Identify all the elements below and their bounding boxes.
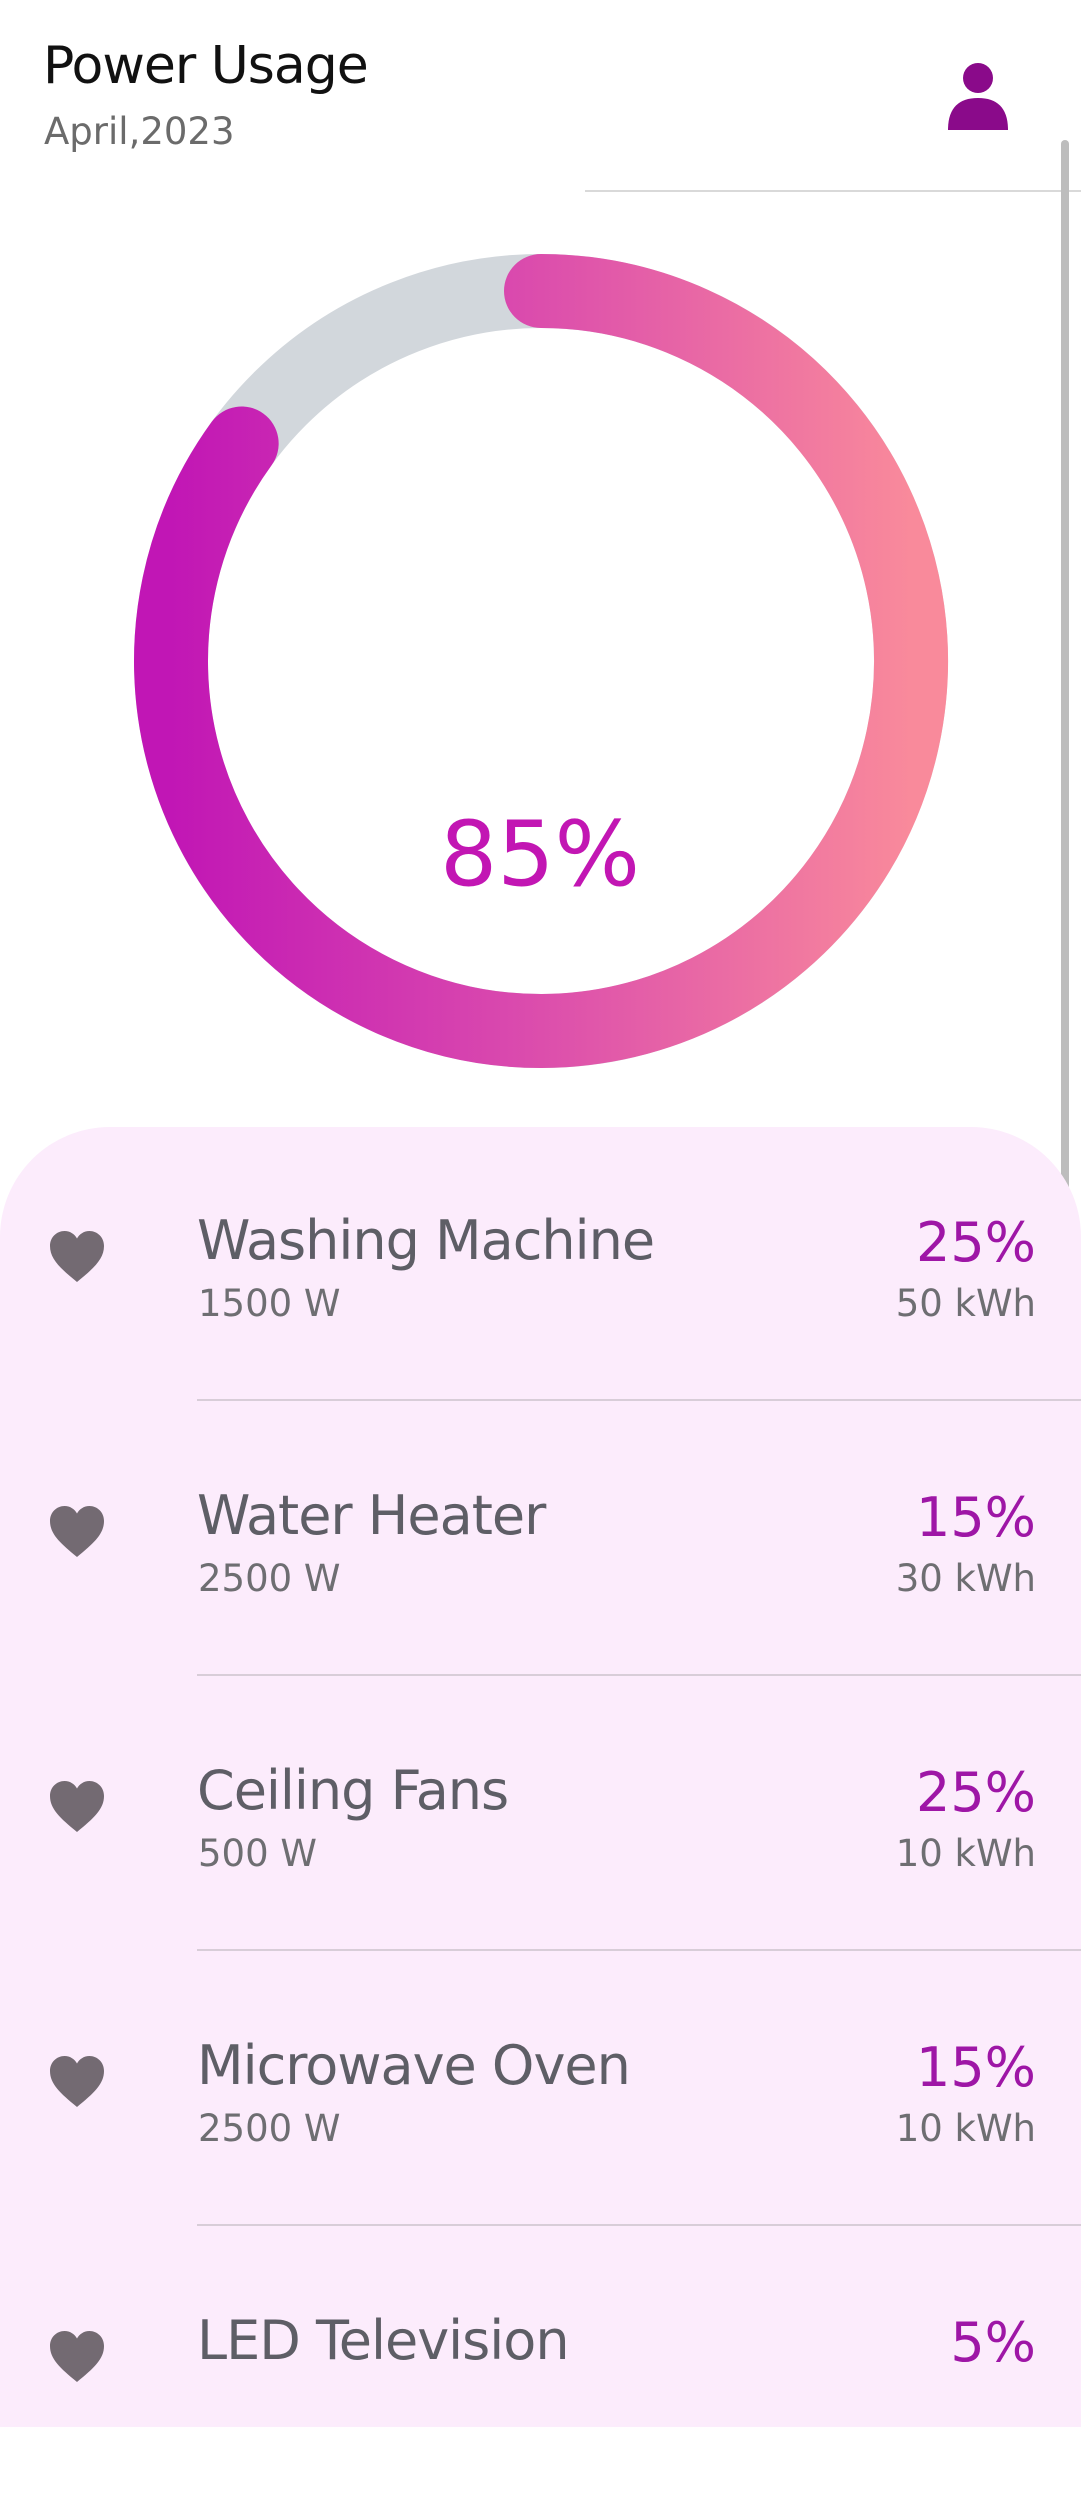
appliance-energy: 10 kWh bbox=[895, 1832, 1036, 1875]
app-header: Power Usage April,2023 bbox=[0, 0, 1081, 195]
appliance-name: Washing Machine bbox=[197, 1209, 655, 1272]
appliance-wattage: 2500 W bbox=[198, 2107, 341, 2150]
appliance-energy: 10 kWh bbox=[895, 2107, 1036, 2150]
appliance-wattage: 2500 W bbox=[198, 1557, 341, 1600]
appliance-name: Water Heater bbox=[197, 1484, 546, 1547]
appliance-name: Microwave Oven bbox=[197, 2034, 631, 2097]
gauge-value-label: 85% bbox=[439, 802, 641, 907]
page-title: Power Usage bbox=[43, 36, 369, 96]
person-icon bbox=[948, 63, 1008, 130]
list-item[interactable]: Microwave Oven 2500 W 15% 10 kWh bbox=[0, 1952, 1081, 2226]
appliance-list: Washing Machine 1500 W 25% 50 kWh Water … bbox=[0, 1127, 1081, 2427]
appliance-name: Ceiling Fans bbox=[197, 1759, 509, 1822]
page-subtitle-date: April,2023 bbox=[44, 110, 235, 153]
list-item[interactable]: Ceiling Fans 500 W 25% 10 kWh bbox=[0, 1677, 1081, 1951]
usage-gauge: 85% bbox=[0, 200, 1081, 1100]
profile-button[interactable] bbox=[936, 54, 1020, 138]
appliance-name: LED Television bbox=[197, 2309, 570, 2372]
row-divider bbox=[197, 1399, 1081, 1401]
heart-icon[interactable] bbox=[48, 2330, 106, 2384]
appliance-percentage: 15% bbox=[915, 2036, 1036, 2099]
row-divider bbox=[197, 2224, 1081, 2226]
appliance-wattage: 1500 W bbox=[198, 1282, 341, 1325]
heart-icon[interactable] bbox=[48, 1230, 106, 1284]
header-divider bbox=[585, 190, 1081, 192]
appliance-percentage: 15% bbox=[915, 1486, 1036, 1549]
appliance-wattage: 500 W bbox=[198, 1832, 317, 1875]
appliance-energy: 30 kWh bbox=[895, 1557, 1036, 1600]
list-item[interactable]: Water Heater 2500 W 15% 30 kWh bbox=[0, 1402, 1081, 1676]
appliance-percentage: 25% bbox=[915, 1211, 1036, 1274]
heart-icon[interactable] bbox=[48, 1780, 106, 1834]
appliance-energy: 50 kWh bbox=[895, 1282, 1036, 1325]
heart-icon[interactable] bbox=[48, 2055, 106, 2109]
row-divider bbox=[197, 1674, 1081, 1676]
row-divider bbox=[197, 1949, 1081, 1951]
list-item[interactable]: Washing Machine 1500 W 25% 50 kWh bbox=[0, 1127, 1081, 1401]
appliance-percentage: 25% bbox=[915, 1761, 1036, 1824]
list-item[interactable]: LED Television 5% bbox=[0, 2227, 1081, 2501]
heart-icon[interactable] bbox=[48, 1505, 106, 1559]
appliance-percentage: 5% bbox=[950, 2311, 1036, 2374]
